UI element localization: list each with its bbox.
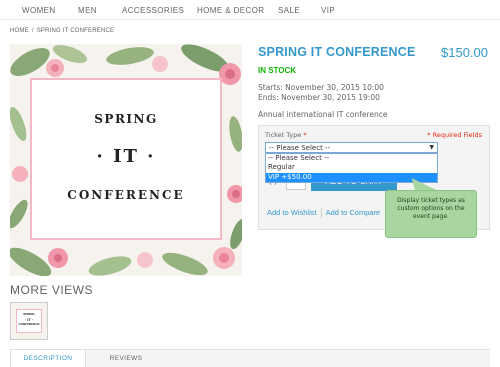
card-line-spring: SPRING: [94, 112, 158, 126]
thumbnail-image[interactable]: SPRING · IT · CONFERENCE: [10, 302, 48, 340]
product-price: $150.00: [441, 45, 488, 60]
card-line-it: · IT ·: [96, 146, 156, 167]
product-actions: Add to Wishlist Add to Compare: [267, 208, 381, 219]
required-fields-note: * Required Fields: [427, 131, 482, 139]
top-nav: WOMEN MEN ACCESSORIES HOME & DECOR SALE …: [0, 0, 500, 20]
nav-item-vip[interactable]: VIP: [321, 6, 335, 15]
short-description: Annual international IT conference: [258, 110, 388, 119]
event-card: SPRING · IT · CONFERENCE: [30, 78, 222, 240]
dropdown-option-regular[interactable]: Regular: [266, 163, 437, 172]
event-dates: Starts: November 30, 2015 10:00 Ends: No…: [258, 83, 384, 103]
more-views-heading: MORE VIEWS: [10, 283, 94, 297]
ticket-type-label: Ticket Type *: [265, 131, 307, 139]
tab-reviews[interactable]: REVIEWS: [86, 350, 166, 367]
breadcrumb-home[interactable]: HOME: [10, 28, 29, 34]
nav-item-accessories[interactable]: ACCESSORIES: [122, 6, 184, 15]
nav-item-women[interactable]: WOMEN: [22, 6, 56, 15]
thumb-line-conference: CONFERENCE: [18, 322, 40, 326]
add-to-compare-link[interactable]: Add to Compare: [326, 208, 381, 217]
stock-status: IN STOCK: [258, 66, 297, 75]
nav-item-sale[interactable]: SALE: [278, 6, 300, 15]
breadcrumb-current: SPRING IT CONFERENCE: [36, 28, 115, 34]
card-line-conference: CONFERENCE: [67, 188, 185, 202]
dropdown-option-placeholder[interactable]: -- Please Select --: [266, 154, 437, 163]
breadcrumb-separator: /: [31, 28, 34, 34]
product-title: SPRING IT CONFERENCE: [258, 45, 416, 59]
dropdown-arrow-icon: ▼: [429, 144, 434, 151]
tab-description[interactable]: DESCRIPTION: [10, 350, 86, 367]
event-start: Starts: November 30, 2015 10:00: [258, 83, 384, 92]
ticket-type-select-value: -- Please Select --: [269, 144, 331, 152]
nav-item-home-decor[interactable]: HOME & DECOR: [197, 6, 264, 15]
add-to-wishlist-link[interactable]: Add to Wishlist: [267, 208, 317, 217]
product-tabs: DESCRIPTION REVIEWS: [10, 349, 490, 367]
thumbnail-card: SPRING · IT · CONFERENCE: [16, 309, 42, 333]
annotation-tooltip: Display ticket types as custom options o…: [385, 190, 477, 238]
nav-item-men[interactable]: MEN: [78, 6, 97, 15]
breadcrumb: HOME / SPRING IT CONFERENCE: [10, 28, 114, 34]
ticket-type-label-text: Ticket Type: [265, 131, 302, 139]
ticket-type-select[interactable]: -- Please Select -- ▼: [265, 142, 438, 153]
required-mark: *: [303, 131, 307, 139]
product-image[interactable]: SPRING · IT · CONFERENCE: [10, 44, 242, 276]
actions-divider: [320, 208, 322, 219]
event-end: Ends: November 30, 2015 19:00: [258, 93, 380, 102]
